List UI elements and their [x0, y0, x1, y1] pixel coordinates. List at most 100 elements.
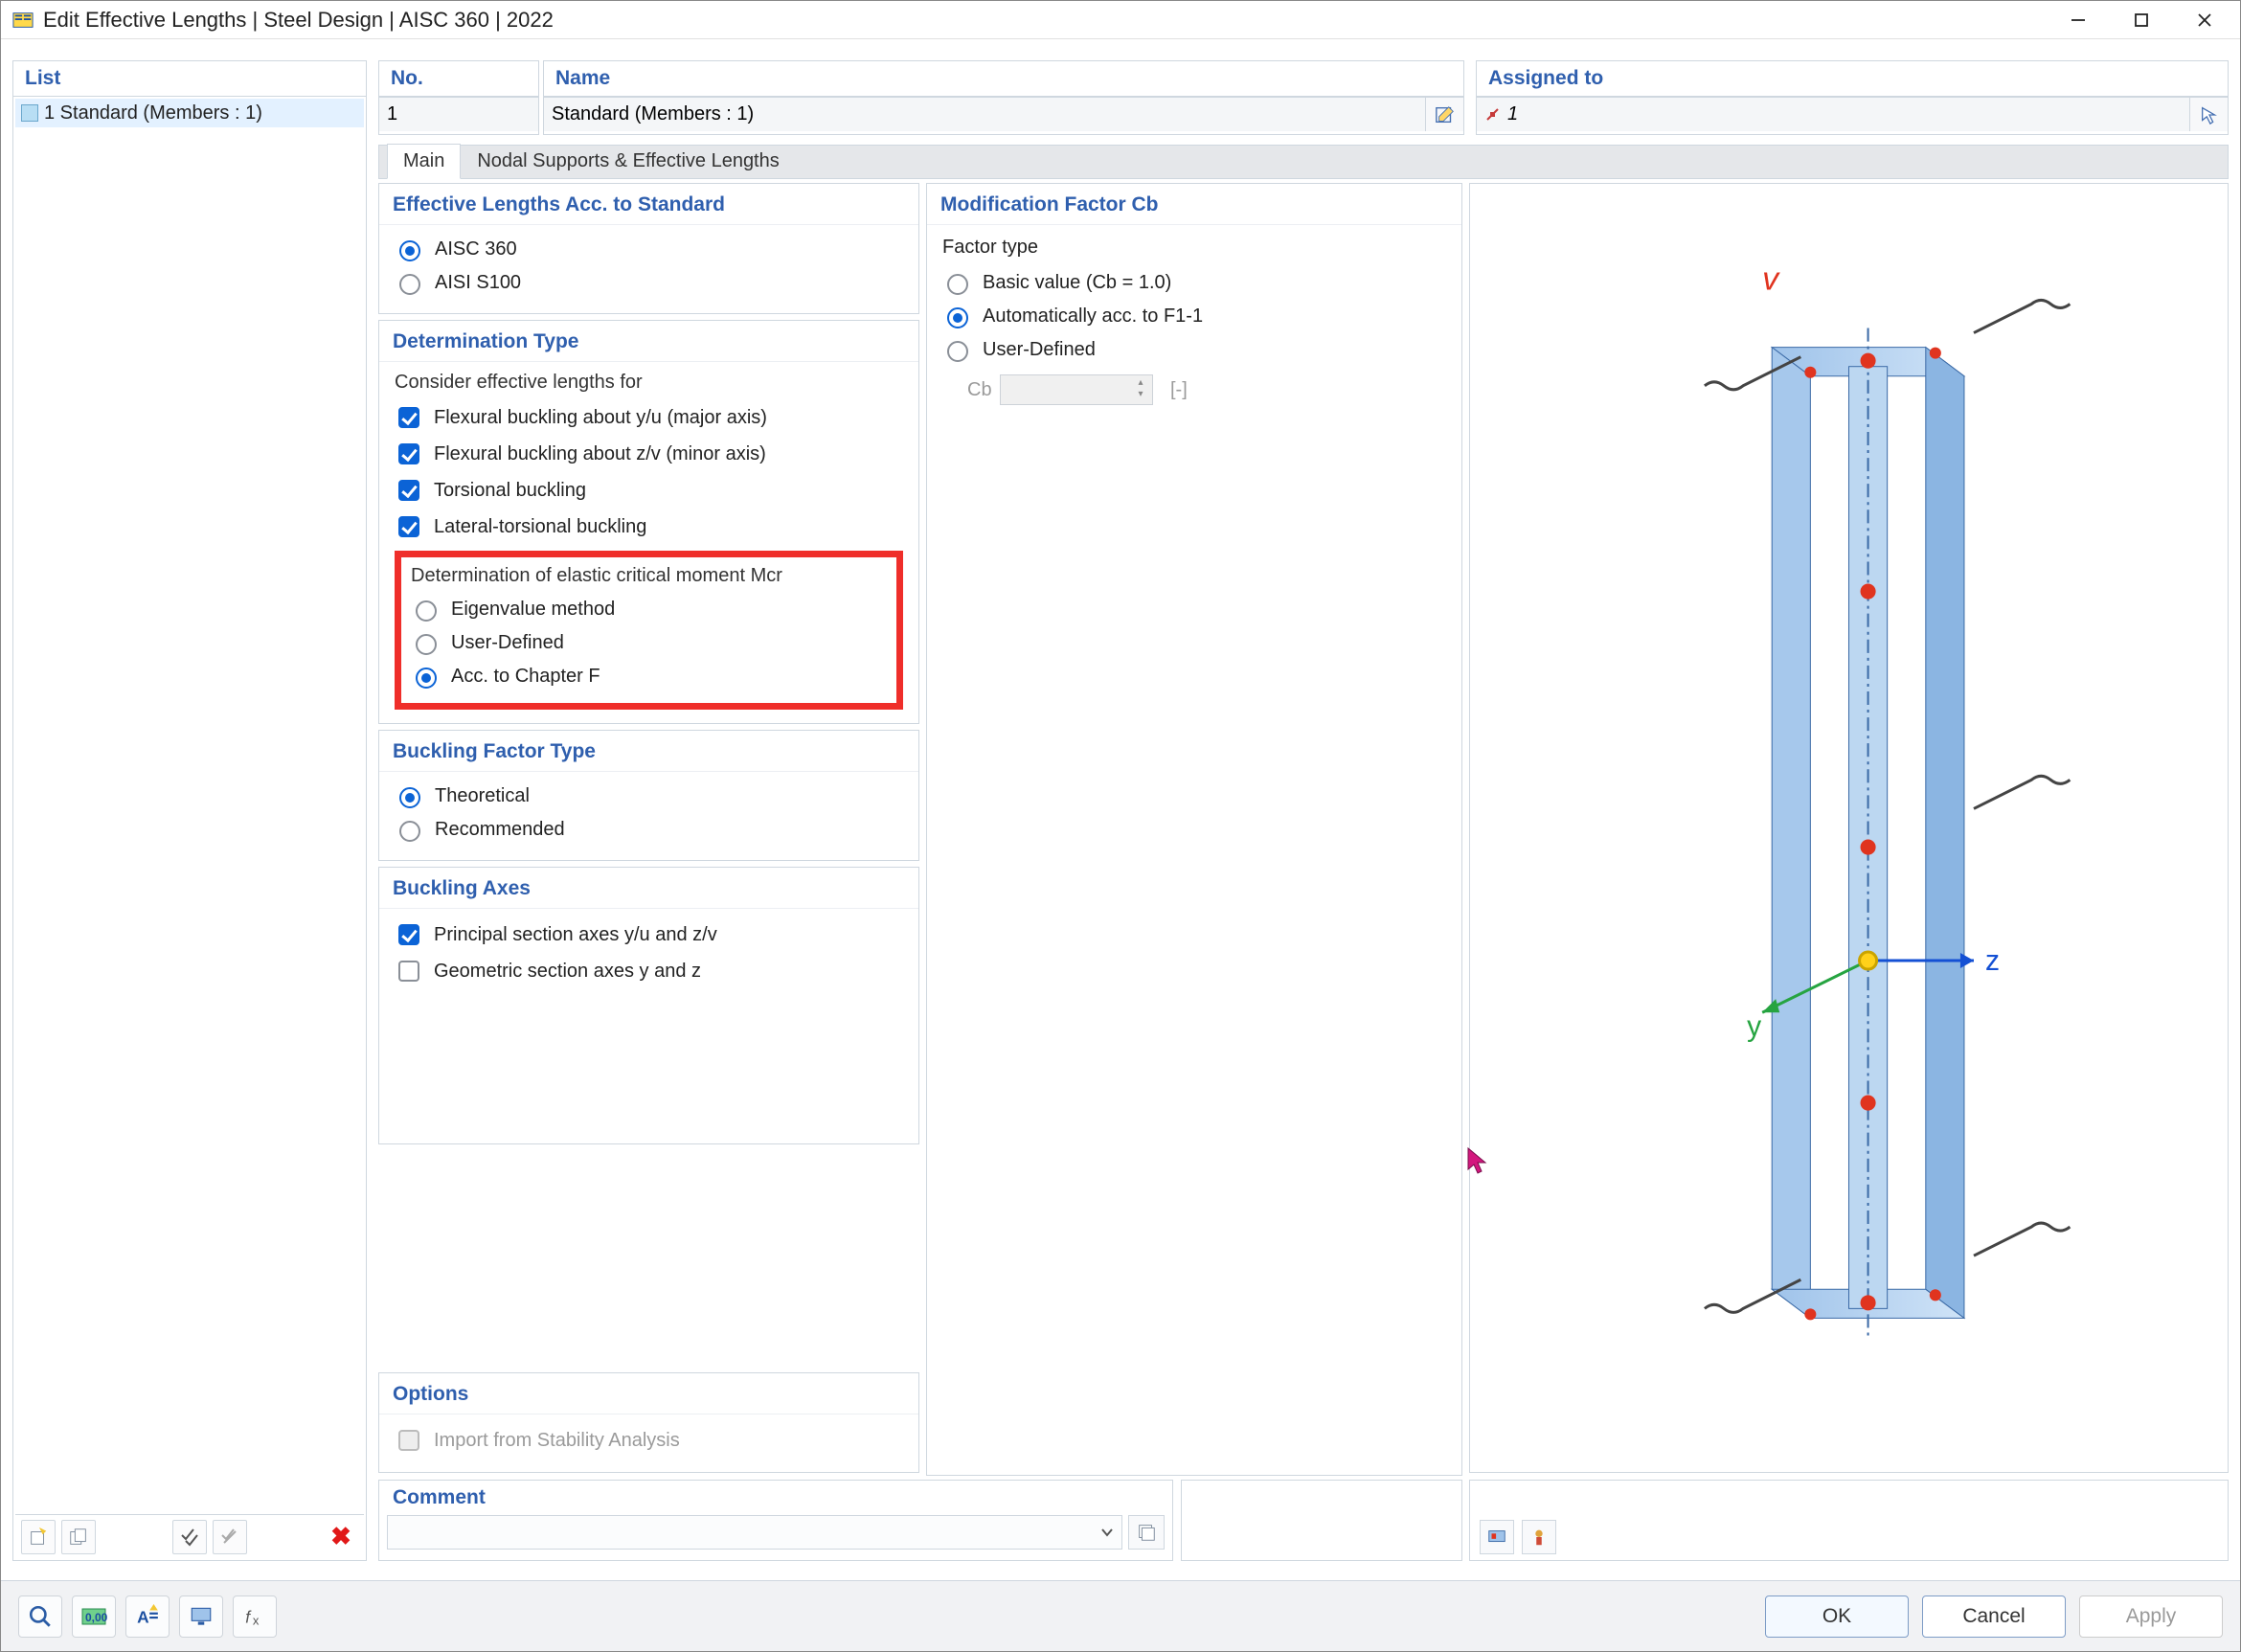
- display-button[interactable]: [179, 1595, 223, 1638]
- model-icon: [1528, 1527, 1550, 1548]
- pencil-icon: [1435, 104, 1456, 125]
- minimize-icon: [2070, 11, 2087, 29]
- radio-user-defined-mcr[interactable]: User-Defined: [411, 626, 887, 660]
- minimize-button[interactable]: [2047, 2, 2110, 38]
- maximize-button[interactable]: [2110, 2, 2173, 38]
- svg-text:0,00: 0,00: [85, 1611, 107, 1624]
- list-header: List: [13, 61, 366, 97]
- apply-button: Apply: [2079, 1595, 2223, 1638]
- chevron-down-icon: [1100, 1526, 1114, 1539]
- tab-main[interactable]: Main: [387, 144, 461, 179]
- radio-theoretical[interactable]: Theoretical: [395, 780, 903, 813]
- name-panel: Name Standard (Members : 1): [543, 60, 1464, 135]
- check-torsional[interactable]: Torsional buckling: [395, 472, 903, 509]
- list-item-swatch-icon: [21, 104, 38, 122]
- edit-name-button[interactable]: [1425, 97, 1463, 131]
- dialog-window: Edit Effective Lengths | Steel Design | …: [0, 0, 2241, 1652]
- svg-text:A: A: [137, 1607, 149, 1626]
- window-title: Edit Effective Lengths | Steel Design | …: [43, 8, 554, 33]
- check-flexural-minor[interactable]: Flexural buckling about z/v (minor axis): [395, 436, 903, 472]
- close-button[interactable]: [2173, 2, 2236, 38]
- modification-factor-section: Modification Factor Cb Factor type Basic…: [926, 183, 1462, 1476]
- radio-aisc-360[interactable]: AISC 360: [395, 233, 903, 266]
- text-settings-icon: A: [135, 1604, 160, 1629]
- check-flexural-major[interactable]: Flexural buckling about y/u (major axis): [395, 399, 903, 436]
- section-title: Determination Type: [379, 321, 918, 362]
- check-all-button[interactable]: [172, 1520, 207, 1554]
- radio-recommended[interactable]: Recommended: [395, 813, 903, 847]
- assigned-value: 1: [1507, 103, 1518, 125]
- list-item-label: 1 Standard (Members : 1): [44, 102, 262, 124]
- list-panel: List 1 Standard (Members : 1): [12, 60, 367, 1561]
- svg-text:f: f: [245, 1607, 252, 1626]
- units-icon: 0,00: [80, 1605, 107, 1628]
- comment-library-button[interactable]: [1128, 1515, 1165, 1550]
- radio-cb-auto[interactable]: Automatically acc. to F1-1: [942, 300, 1446, 333]
- radio-chapter-f[interactable]: Acc. to Chapter F: [411, 660, 887, 693]
- assigned-field[interactable]: 1: [1477, 97, 2189, 131]
- svg-text:v: v: [1762, 260, 1780, 297]
- preview-panel[interactable]: v y z: [1469, 183, 2229, 1473]
- number-field[interactable]: 1: [379, 97, 538, 131]
- buckling-factor-section: Buckling Factor Type Theoretical Recomme…: [378, 730, 919, 861]
- preview-mode-button[interactable]: [1480, 1520, 1514, 1554]
- uncheck-all-icon: [220, 1528, 239, 1547]
- svg-text:y: y: [1747, 1010, 1761, 1042]
- cancel-button[interactable]: Cancel: [1922, 1595, 2066, 1638]
- effective-lengths-section: Effective Lengths Acc. to Standard AISC …: [378, 183, 919, 314]
- section-title: Effective Lengths Acc. to Standard: [379, 184, 918, 225]
- number-panel: No. 1: [378, 60, 539, 135]
- preview-toolbar: [1469, 1480, 2229, 1561]
- check-all-icon: [180, 1528, 199, 1547]
- render-icon: [1486, 1527, 1507, 1548]
- list-item[interactable]: 1 Standard (Members : 1): [15, 99, 364, 127]
- radio-aisi-s100[interactable]: AISI S100: [395, 266, 903, 300]
- member-preview-icon: v y z: [1470, 184, 2228, 1472]
- text-settings-button[interactable]: A: [125, 1595, 170, 1638]
- preview-model-button[interactable]: [1522, 1520, 1556, 1554]
- cb-spin-field: ▴▾: [1000, 374, 1153, 405]
- check-geometric-axes[interactable]: Geometric section axes y and z: [395, 953, 903, 989]
- ok-button[interactable]: OK: [1765, 1595, 1909, 1638]
- delete-item-button[interactable]: ✖: [324, 1520, 358, 1554]
- consider-label: Consider effective lengths for: [395, 372, 903, 394]
- empty-panel: [1181, 1480, 1462, 1561]
- magnifier-icon: [28, 1604, 53, 1629]
- new-item-icon: [28, 1527, 49, 1548]
- assigned-header: Assigned to: [1477, 61, 2228, 97]
- spin-down-icon: ▾: [1133, 390, 1148, 401]
- duplicate-icon: [68, 1527, 89, 1548]
- name-field[interactable]: Standard (Members : 1): [544, 97, 1425, 131]
- check-principal-axes[interactable]: Principal section axes y/u and z/v: [395, 917, 903, 953]
- svg-text:z: z: [1985, 945, 2000, 977]
- pick-members-button[interactable]: [2189, 97, 2228, 131]
- duplicate-item-button[interactable]: [61, 1520, 96, 1554]
- bottom-bar: 0,00 A fx OK Cancel Apply: [1, 1580, 2240, 1651]
- check-ltb[interactable]: Lateral-torsional buckling: [395, 509, 903, 545]
- assigned-panel: Assigned to 1: [1476, 60, 2229, 135]
- list-toolbar: ✖: [15, 1514, 364, 1558]
- function-button[interactable]: fx: [233, 1595, 277, 1638]
- radio-eigenvalue[interactable]: Eigenvalue method: [411, 593, 887, 626]
- tab-bar: Main Nodal Supports & Effective Lengths: [378, 145, 2229, 179]
- units-button[interactable]: 0,00: [72, 1595, 116, 1638]
- uncheck-all-button[interactable]: [213, 1520, 247, 1554]
- help-button[interactable]: [18, 1595, 62, 1638]
- close-icon: [2196, 11, 2213, 29]
- section-title: Options: [379, 1373, 918, 1414]
- stack-icon: [1136, 1522, 1157, 1543]
- comment-combo[interactable]: [387, 1515, 1122, 1550]
- tab-nodal-supports[interactable]: Nodal Supports & Effective Lengths: [461, 144, 795, 179]
- app-icon: [12, 10, 34, 31]
- radio-cb-basic[interactable]: Basic value (Cb = 1.0): [942, 266, 1446, 300]
- options-section: Options Import from Stability Analysis: [378, 1372, 919, 1473]
- new-item-button[interactable]: [21, 1520, 56, 1554]
- radio-cb-user[interactable]: User-Defined: [942, 333, 1446, 367]
- fx-icon: fx: [242, 1604, 267, 1629]
- delete-icon: ✖: [330, 1522, 351, 1551]
- section-title: Modification Factor Cb: [927, 184, 1461, 225]
- mcr-label: Determination of elastic critical moment…: [411, 565, 887, 587]
- section-title: Buckling Axes: [379, 868, 918, 909]
- check-import-stability: Import from Stability Analysis: [395, 1422, 903, 1459]
- determination-type-section: Determination Type Consider effective le…: [378, 320, 919, 724]
